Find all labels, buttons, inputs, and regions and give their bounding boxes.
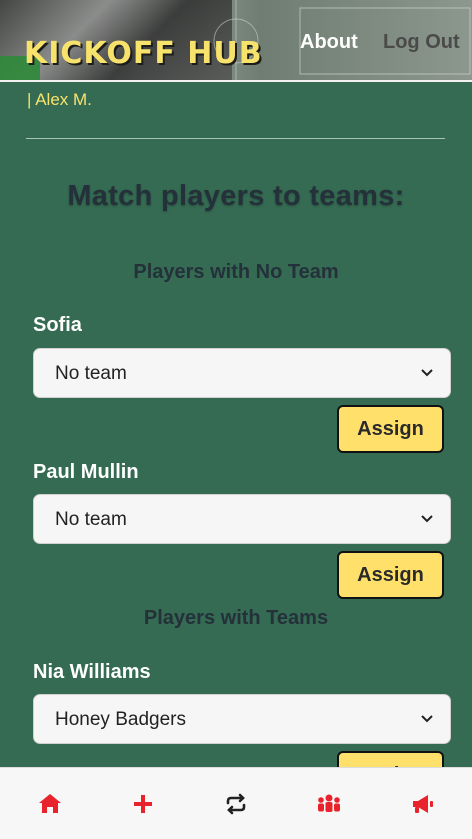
player-name: Nia Williams [33, 661, 151, 683]
users-icon[interactable] [315, 790, 343, 818]
team-select[interactable]: No team [33, 494, 451, 544]
team-select-value: Honey Badgers [55, 709, 186, 730]
player-name: Paul Mullin [33, 461, 139, 483]
section-heading-no-team: Players with No Team [133, 261, 339, 283]
user-name: | Alex M. [27, 90, 92, 109]
section-heading-with-teams: Players with Teams [143, 607, 329, 629]
page-title: Match players to teams: [67, 180, 405, 212]
chevron-down-icon [421, 515, 433, 523]
team-select[interactable]: Honey Badgers [33, 694, 451, 744]
team-select-value: No team [55, 363, 127, 384]
app-header: KICKOFF HUB About Log Out [0, 0, 472, 82]
assign-button[interactable]: Assign [337, 405, 444, 453]
team-select[interactable]: No team [33, 348, 451, 398]
swap-icon[interactable] [222, 790, 250, 818]
player-name: Sofia [33, 314, 82, 336]
home-icon[interactable] [36, 790, 64, 818]
logout-link[interactable]: Log Out [383, 31, 460, 54]
about-link[interactable]: About [300, 31, 358, 54]
app-logo[interactable]: KICKOFF HUB [24, 36, 263, 71]
assign-button[interactable]: Assign [337, 551, 444, 599]
team-select-value: No team [55, 509, 127, 530]
plus-icon[interactable] [129, 790, 157, 818]
megaphone-icon[interactable] [408, 790, 436, 818]
chevron-down-icon [421, 369, 433, 377]
chevron-down-icon [421, 715, 433, 723]
divider [26, 138, 445, 139]
bottom-nav [0, 767, 472, 839]
